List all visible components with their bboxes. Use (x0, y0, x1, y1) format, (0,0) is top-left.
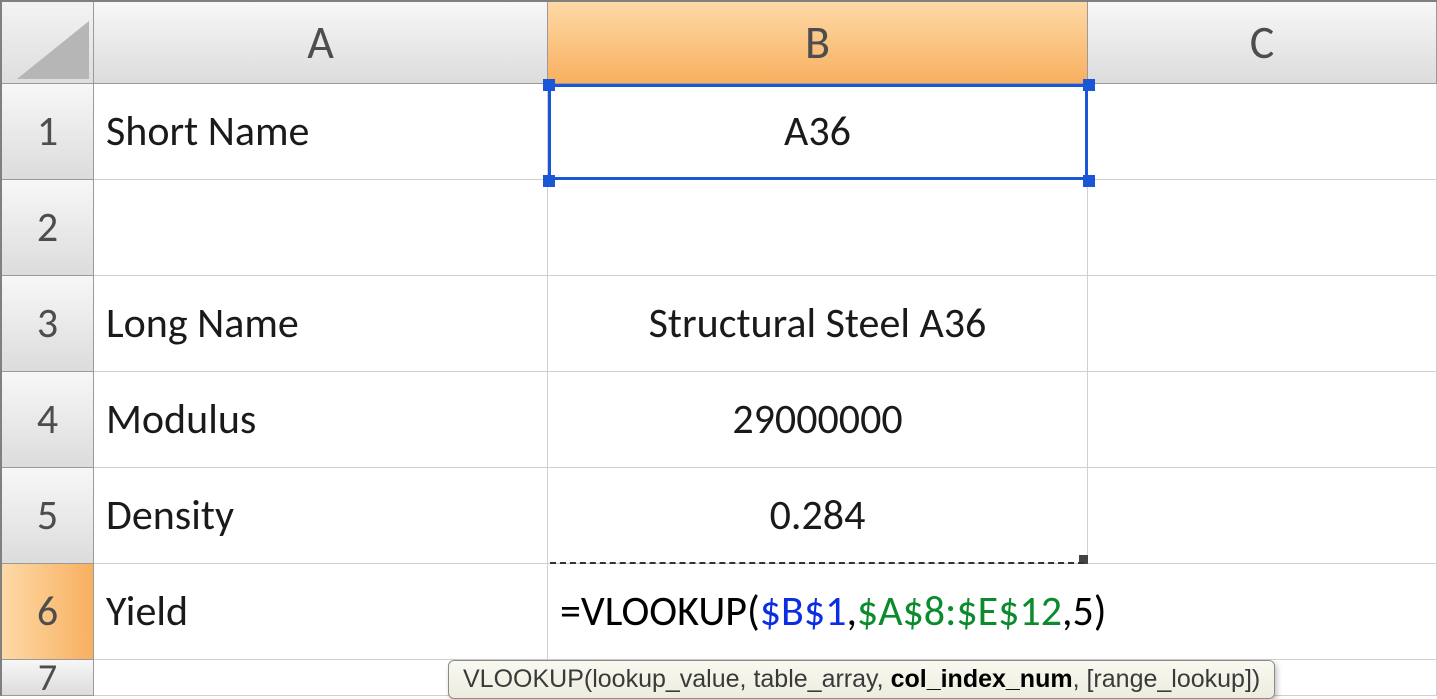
row-5: 5 Density 0.284 (2, 468, 1437, 564)
cell-C5[interactable] (1088, 468, 1437, 564)
row-header-4[interactable]: 4 (2, 372, 94, 468)
tooltip-c2: , (877, 665, 891, 693)
cell-C6[interactable] (1088, 564, 1437, 660)
col-header-B[interactable]: B (548, 2, 1088, 84)
cell-B3[interactable]: Structural Steel A36 (548, 276, 1088, 372)
cell-A2[interactable] (94, 180, 548, 276)
cell-A3[interactable]: Long Name (94, 276, 548, 372)
formula-arg3: 5 (1072, 586, 1093, 637)
row-header-3[interactable]: 3 (2, 276, 94, 372)
row-header-7[interactable]: 7 (2, 660, 94, 696)
row-6: 6 Yield =VLOOKUP($B$1,$A$8:$E$12,5) (2, 564, 1437, 660)
cell-C3[interactable] (1088, 276, 1437, 372)
formula-arg1: $B$1 (760, 586, 847, 637)
formula-arg2: $A$8:$E$12 (857, 586, 1062, 637)
cell-A4[interactable]: Modulus (94, 372, 548, 468)
cell-B5-value: 0.284 (770, 490, 866, 541)
row-header-2[interactable]: 2 (2, 180, 94, 276)
cell-C1[interactable] (1088, 84, 1437, 180)
tooltip-c3: , (1073, 665, 1087, 693)
tooltip-p3[interactable]: col_index_num (891, 665, 1073, 693)
tooltip-p2[interactable]: table_array (753, 665, 876, 693)
spreadsheet-grid: A B C 1 Short Name A36 2 3 Long Name Str… (0, 0, 1437, 696)
row-1: 1 Short Name A36 (2, 84, 1437, 180)
row-header-5[interactable]: 5 (2, 468, 94, 564)
cell-A6[interactable]: Yield (94, 564, 548, 660)
formula-prefix: =VLOOKUP( (560, 586, 760, 637)
formula-edit-text[interactable]: =VLOOKUP($B$1,$A$8:$E$12,5) (560, 586, 1107, 637)
formula-sep1: , (846, 586, 856, 637)
tooltip-p4[interactable]: [range_lookup] (1086, 665, 1251, 693)
tooltip-fn: VLOOKUP (463, 665, 584, 693)
column-header-row: A B C (2, 2, 1437, 84)
formula-sep2: , (1062, 586, 1072, 637)
selection-handle-bl[interactable] (543, 175, 555, 187)
cell-C2[interactable] (1088, 180, 1437, 276)
selection-handle-tr[interactable] (1083, 79, 1095, 91)
selection-handle-br[interactable] (1083, 175, 1095, 187)
cell-B6[interactable]: =VLOOKUP($B$1,$A$8:$E$12,5) (548, 564, 1088, 660)
selection-handle-tl[interactable] (543, 79, 555, 91)
function-tooltip: VLOOKUP(lookup_value, table_array, col_i… (448, 660, 1275, 699)
cell-B1[interactable]: A36 (548, 84, 1088, 180)
select-all-corner[interactable] (2, 2, 94, 84)
cell-A1[interactable]: Short Name (94, 84, 548, 180)
tooltip-c1: , (740, 665, 754, 693)
cell-A5[interactable]: Density (94, 468, 548, 564)
cell-B5[interactable]: 0.284 (548, 468, 1088, 564)
tooltip-p1[interactable]: lookup_value (592, 665, 739, 693)
cell-C4[interactable] (1088, 372, 1437, 468)
cell-B4[interactable]: 29000000 (548, 372, 1088, 468)
col-header-A[interactable]: A (94, 2, 548, 84)
col-header-C[interactable]: C (1088, 2, 1437, 84)
row-4: 4 Modulus 29000000 (2, 372, 1437, 468)
formula-suffix: ) (1094, 586, 1107, 637)
tooltip-open: ( (584, 665, 592, 693)
row-3: 3 Long Name Structural Steel A36 (2, 276, 1437, 372)
tooltip-close: ) (1252, 665, 1260, 693)
row-2: 2 (2, 180, 1437, 276)
cell-B2[interactable] (548, 180, 1088, 276)
row-header-1[interactable]: 1 (2, 84, 94, 180)
row-header-6[interactable]: 6 (2, 564, 94, 660)
